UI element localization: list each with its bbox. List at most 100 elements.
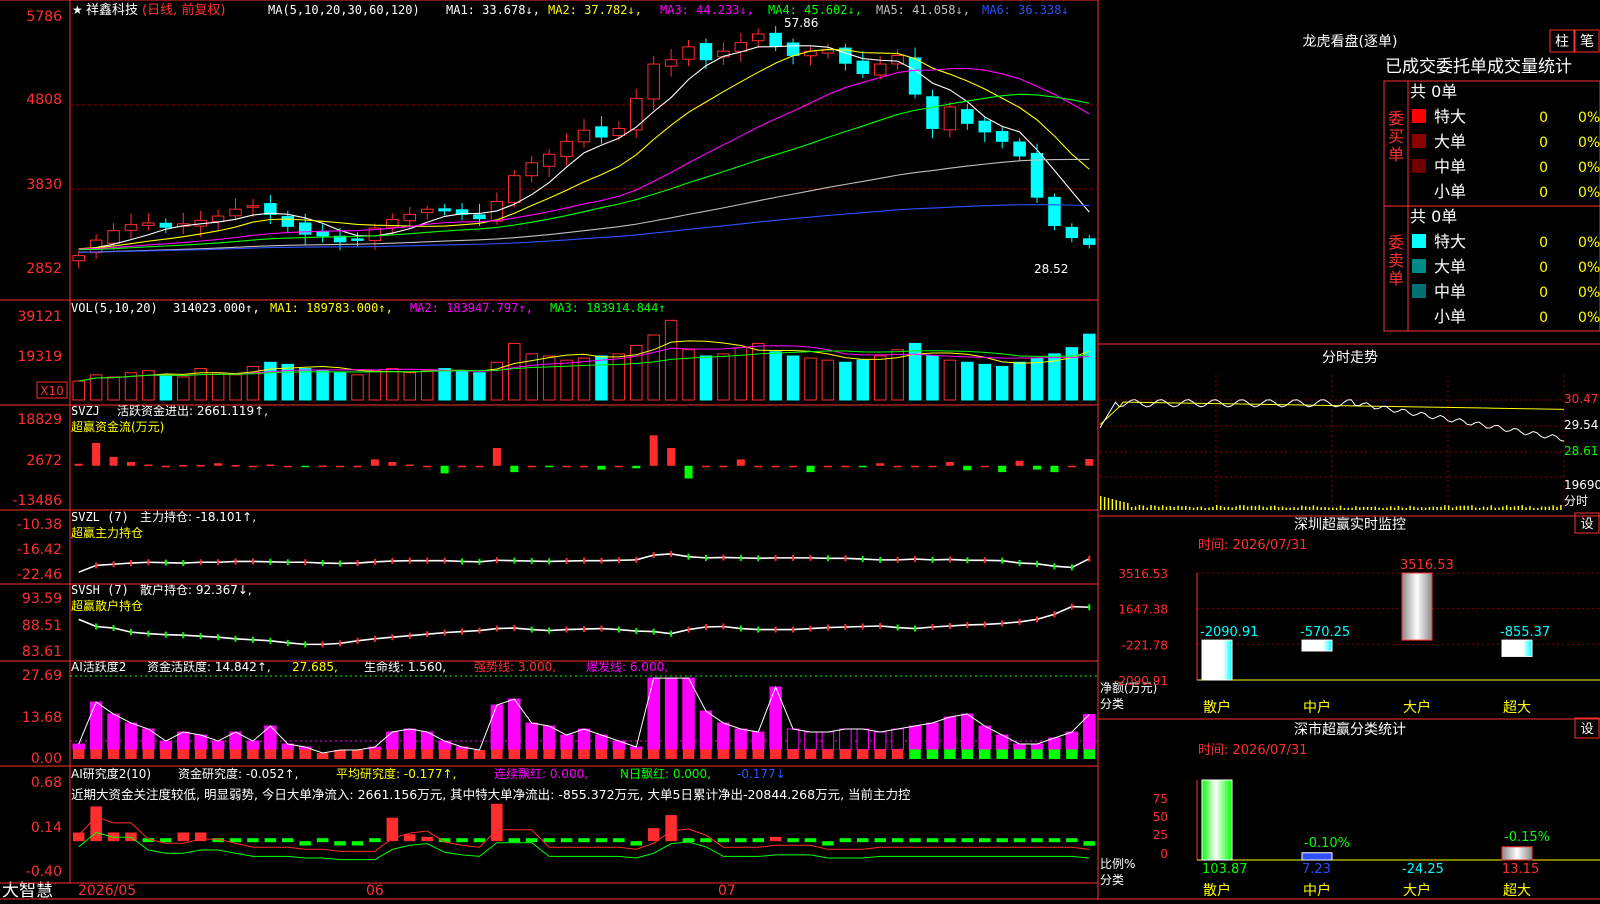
minute-volume-bar [1107, 498, 1110, 510]
activity-bar-base [212, 749, 224, 759]
research-bar [630, 841, 643, 846]
money-flow-bar [283, 465, 292, 468]
monitor-time: 时间: 2026/07/31 [1198, 538, 1307, 553]
money-flow-bar [806, 465, 815, 473]
main-holding-line-tick [147, 559, 150, 566]
retail-holding-line-tick [548, 627, 551, 634]
retail-holding-line-tick [443, 629, 446, 636]
volume-bar [908, 342, 922, 401]
minute-volume-bar [1304, 506, 1307, 510]
candle-body [786, 42, 800, 56]
minute-volume-bar [1227, 506, 1230, 510]
buy-swatch [1412, 159, 1426, 173]
ai1-d: 强势线: 3.000, [474, 660, 556, 674]
minute-volume-bar [1339, 505, 1342, 510]
research-bar [491, 803, 503, 842]
favorite-star-icon[interactable]: ★ [72, 3, 83, 17]
research-bar [72, 832, 85, 842]
research-bar [961, 838, 974, 843]
minute-volume-bar [1525, 507, 1527, 510]
main-holding-line-tick [966, 557, 969, 564]
money-flow-bar [231, 465, 240, 467]
minute-volume-bar [1277, 507, 1280, 510]
stat-bar-value: 7.23 [1302, 862, 1331, 877]
volume-bar [821, 359, 835, 401]
activity-bar-base [682, 749, 695, 759]
activity-bar-top [961, 713, 974, 750]
activity-bar-base [491, 749, 503, 759]
minute-volume-bar [1490, 505, 1493, 510]
research-bar [891, 838, 904, 843]
main-ytick-1: 4808 [26, 92, 62, 108]
volume-bar [455, 370, 469, 401]
money-flow-bar [545, 465, 554, 468]
main-ytick-3: 2852 [26, 261, 62, 277]
buy-side-label-char: 单 [1388, 145, 1404, 164]
money-flow-bar [214, 463, 223, 466]
minute-volume-bar [1374, 506, 1377, 510]
activity-bar-top [386, 731, 399, 750]
candle-body [961, 109, 974, 124]
retail-holding-line-tick [182, 632, 185, 639]
svsh-ytick-1: 88.51 [22, 618, 62, 634]
minute-volume-bar [1235, 506, 1237, 510]
minute-volume-bar [1424, 507, 1427, 510]
minute-volume-bar [1312, 505, 1315, 510]
minute-volume-bar [1150, 505, 1152, 510]
main-holding-line-tick [182, 560, 185, 567]
candle-body [246, 205, 260, 208]
main-holding-line-tick [792, 554, 795, 561]
money-flow-bar [475, 465, 484, 468]
candle-body [926, 96, 939, 129]
activity-bar-base [525, 749, 538, 759]
main-holding-line-tick [443, 557, 446, 564]
volume-bar [351, 374, 364, 401]
activity-bar-base [717, 749, 730, 759]
volume-bar [751, 342, 765, 401]
money-flow-bar [667, 448, 676, 466]
retail-holding-line-tick [373, 635, 376, 642]
money-flow-bar [336, 465, 345, 468]
activity-bar-top [699, 710, 713, 750]
monitor-category: 超大 [1503, 700, 1531, 716]
activity-bar-top [211, 740, 225, 750]
retail-holding-line-tick [861, 623, 864, 630]
ai2-label: AI研究度2(10) [71, 766, 151, 781]
activity-bar-top [786, 728, 800, 750]
volume-bar [508, 342, 521, 401]
money-flow-bar [771, 465, 780, 468]
main-holding-line-tick [234, 558, 237, 565]
candle-body [682, 46, 695, 60]
activity-bar-base [647, 749, 660, 759]
activity-bar-base [194, 749, 207, 759]
volume-bar [542, 355, 556, 401]
minute-volume-bar [1359, 507, 1361, 510]
research-bar [578, 838, 590, 843]
volume-bar [211, 372, 225, 401]
volume-bar [177, 376, 190, 401]
minute-volume-bar [1455, 506, 1458, 510]
candle-body [577, 129, 591, 143]
main-holding-line-tick [304, 559, 307, 566]
retail-holding-line-tick [129, 629, 132, 636]
buy-row-count: 0 [1539, 185, 1548, 201]
money-flow-bar [248, 465, 257, 468]
minute-volume-bar [1397, 505, 1400, 510]
candle-body [1048, 196, 1061, 227]
activity-bar-base [247, 749, 259, 759]
retail-holding-line-tick [321, 641, 324, 648]
candle-body [211, 215, 225, 223]
retail-holding-line-tick [461, 628, 464, 635]
stat-bar-pct: -0.10% [1304, 836, 1350, 851]
volume-bar [926, 355, 939, 401]
activity-bar-base [595, 749, 608, 759]
money-flow-bar [579, 465, 589, 468]
svzl-ytick-2: -22.46 [17, 567, 62, 583]
minute-volume-bar [1185, 506, 1187, 510]
minute-volume-bar [1274, 505, 1276, 510]
buy-row-count: 0 [1539, 135, 1548, 151]
candle-body [856, 60, 870, 74]
buy-side-label-char: 买 [1388, 127, 1404, 146]
minute-volume-bar [1208, 507, 1210, 510]
minute-volume-bar [1254, 506, 1257, 510]
